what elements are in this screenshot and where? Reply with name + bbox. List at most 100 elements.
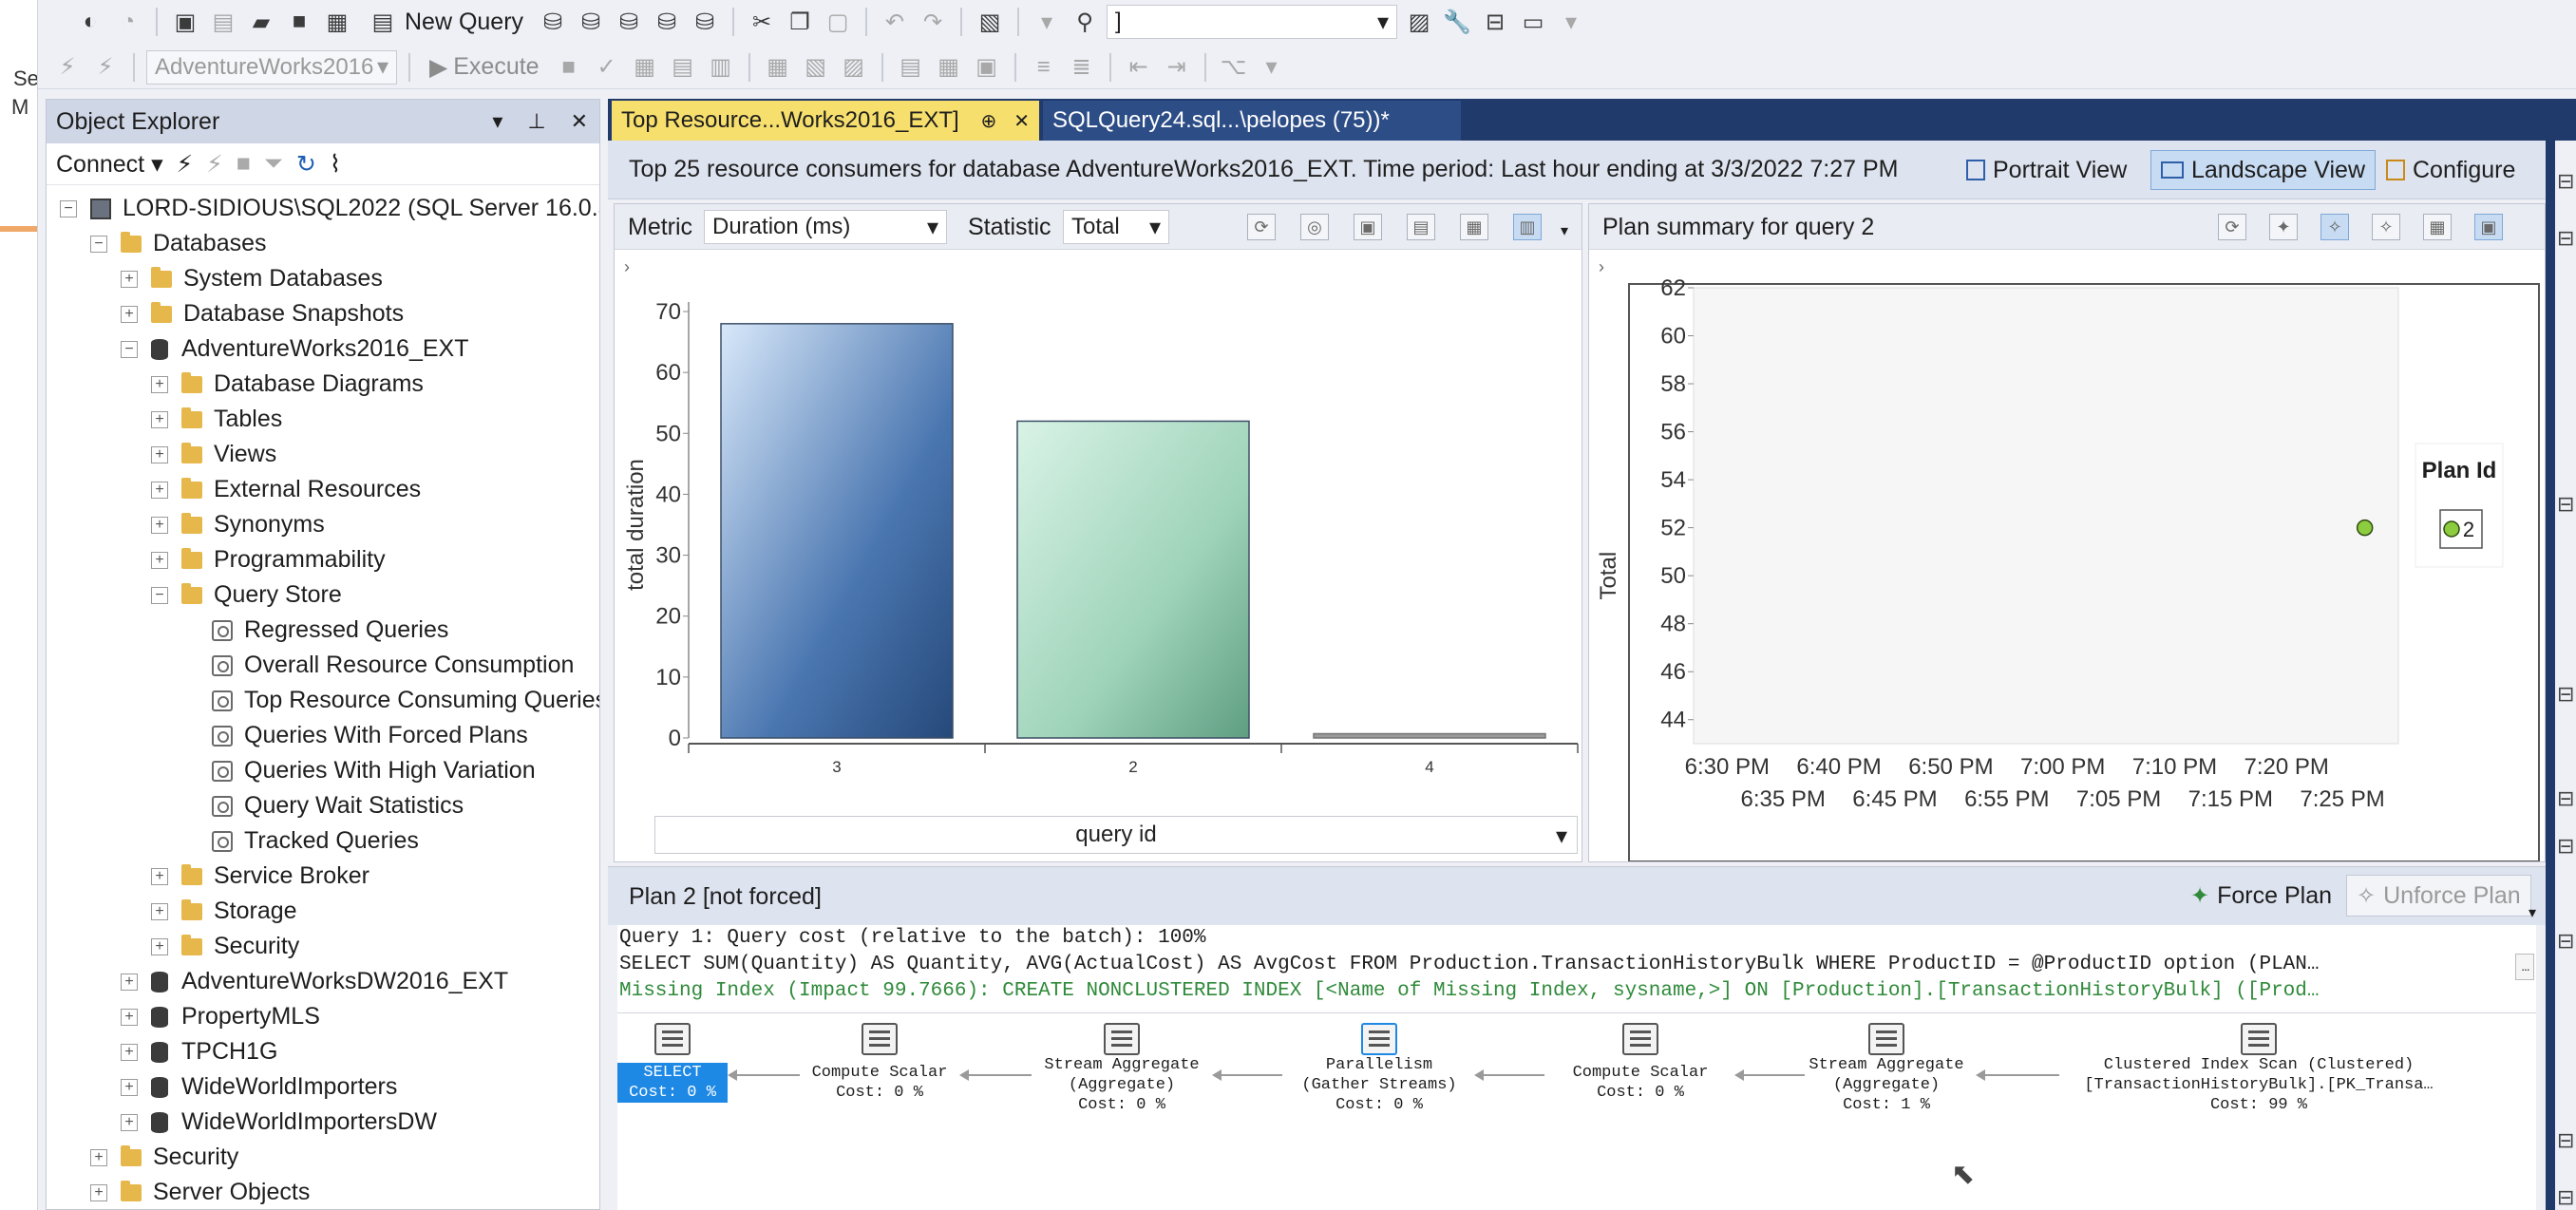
strip-collapse-icon[interactable]: ⊟ <box>2557 834 2574 859</box>
toolbar-options-icon[interactable]: ▾ <box>1555 6 1587 38</box>
tree-item-tables[interactable]: + Tables <box>151 402 282 437</box>
plan-operator-stream-aggregate-2[interactable]: Stream Aggregate (Aggregate) Cost: 1 % <box>1795 1023 1978 1115</box>
tree-item-overall-resource[interactable]: Overall Resource Consumption <box>212 648 574 683</box>
uncomment-icon[interactable]: ≣ <box>1066 51 1098 84</box>
paste-icon[interactable]: ▢ <box>822 6 854 38</box>
collapse-icon[interactable]: − <box>121 340 138 358</box>
tab-sqlquery24[interactable]: SQLQuery24.sql...\pelopes (75))* <box>1043 101 1461 141</box>
grid-view-icon[interactable]: ▦ <box>2423 214 2452 240</box>
find-icon[interactable]: ⚲ <box>1069 6 1101 38</box>
back-icon[interactable]: ◐ <box>74 6 106 38</box>
toolbar-overflow-icon[interactable]: ▾ <box>2529 903 2536 922</box>
tree-item-external-resources[interactable]: + External Resources <box>151 472 421 507</box>
metric-select[interactable]: Duration (ms) ▾ <box>704 210 947 244</box>
tree-item-system-databases[interactable]: + System Databases <box>121 261 383 296</box>
refresh-chart-icon[interactable]: ⟳ <box>1247 214 1276 240</box>
display-plan-icon[interactable]: ▦ <box>629 51 661 84</box>
include-plan-icon[interactable]: ▦ <box>762 51 794 84</box>
expand-icon[interactable]: + <box>121 1113 138 1131</box>
tree-item-wideworldimporters[interactable]: + WideWorldImporters <box>121 1069 397 1105</box>
undo-icon[interactable]: ↶ <box>879 6 911 38</box>
dmx-query-icon[interactable]: ⛁ <box>651 6 683 38</box>
missing-index-line[interactable]: Missing Index (Impact 99.7666): CREATE N… <box>617 978 2536 1005</box>
tree-item-wideworldimportersdw[interactable]: + WideWorldImportersDW <box>121 1105 437 1140</box>
redo-icon[interactable]: ↷ <box>917 6 949 38</box>
tree-item-service-broker[interactable]: + Service Broker <box>151 859 369 894</box>
tree-item-top-resource[interactable]: Top Resource Consuming Queries <box>212 683 599 718</box>
cut-icon[interactable]: ✂ <box>746 6 778 38</box>
intellisense-icon[interactable]: ▥ <box>705 51 737 84</box>
cancel-query-icon[interactable]: ■ <box>553 51 585 84</box>
live-stats-icon[interactable]: ▧ <box>800 51 832 84</box>
tab-pin-icon[interactable]: ⊕ <box>980 109 996 133</box>
expand-icon[interactable]: + <box>151 375 168 393</box>
grid-detail-icon[interactable]: ▦ <box>1460 214 1488 240</box>
save-all-icon[interactable]: ▦ <box>321 6 353 38</box>
strip-collapse-icon[interactable]: ⊟ <box>2557 929 2574 954</box>
expand-icon[interactable]: + <box>151 481 168 499</box>
toolbar-options-icon[interactable]: ▾ <box>1256 51 1288 84</box>
increase-indent-icon[interactable]: ⇥ <box>1161 51 1193 84</box>
configure-button[interactable]: Configure <box>2377 150 2525 190</box>
copy-icon[interactable]: ❐ <box>784 6 816 38</box>
strip-collapse-icon[interactable]: ⊟ <box>2557 169 2574 194</box>
strip-collapse-icon[interactable]: ⊟ <box>2557 226 2574 251</box>
collapse-icon[interactable]: − <box>151 586 168 604</box>
tree-item-regressed-queries[interactable]: Regressed Queries <box>212 613 448 648</box>
strip-collapse-icon[interactable]: ⊟ <box>2557 1185 2574 1210</box>
expand-icon[interactable]: + <box>151 410 168 428</box>
strip-collapse-icon[interactable]: ⊟ <box>2557 682 2574 707</box>
tree-item-adventureworksdw[interactable]: + AdventureWorksDW2016_EXT <box>121 964 508 999</box>
strip-collapse-icon[interactable]: ⊟ <box>2557 492 2574 517</box>
activity-monitor-icon[interactable]: ▧ <box>974 6 1006 38</box>
view-plan-icon[interactable]: ▣ <box>1354 214 1382 240</box>
refresh-icon[interactable]: ⟳ <box>2218 214 2246 240</box>
pin-icon[interactable]: ⊥ <box>527 109 545 134</box>
results-file-icon[interactable]: ▣ <box>971 51 1003 84</box>
expand-icon[interactable]: + <box>151 516 168 534</box>
tab-top-resource[interactable]: Top Resource...Works2016_EXT] ⊕ ✕ <box>612 101 1039 141</box>
expand-icon[interactable]: + <box>121 270 138 288</box>
plan-operator-compute-scalar-2[interactable]: Compute Scalar Cost: 0 % <box>1544 1023 1736 1103</box>
database-engine-query-icon[interactable]: ⛁ <box>537 6 569 38</box>
plan-operator-compute-scalar[interactable]: Compute Scalar Cost: 0 % <box>798 1023 961 1103</box>
tree-item-database-snapshots[interactable]: + Database Snapshots <box>121 296 404 331</box>
compare-plans-icon[interactable]: ✧ <box>2320 214 2349 240</box>
tree-item-tpch1g[interactable]: + TPCH1G <box>121 1034 277 1069</box>
specify-values-icon[interactable]: ⌥ <box>1218 51 1250 84</box>
open-file-icon[interactable]: ▰ <box>245 6 277 38</box>
refresh-icon[interactable]: ↻ <box>296 150 316 179</box>
tree-item-server[interactable]: − LORD-SIDIOUS\SQL2022 (SQL Server 16.0.3… <box>60 191 599 226</box>
more-text-button[interactable]: … <box>2515 954 2534 980</box>
tree-item-security[interactable]: + Security <box>90 1140 238 1175</box>
tree-item-high-variation[interactable]: Queries With High Variation <box>212 753 536 788</box>
expand-icon[interactable]: + <box>121 1078 138 1096</box>
expand-icon[interactable]: + <box>151 445 168 463</box>
expand-icon[interactable]: + <box>90 1148 107 1166</box>
statistic-select[interactable]: Total ▾ <box>1063 210 1169 244</box>
query-options-icon[interactable]: ▤ <box>667 51 699 84</box>
disconnect-icon[interactable]: ⚡ <box>206 150 223 179</box>
tree-item-databases[interactable]: − Databases <box>90 226 267 261</box>
new-query-button[interactable]: ▤ New Query <box>359 5 531 39</box>
tree-item-server-objects[interactable]: + Server Objects <box>90 1175 310 1209</box>
solution-explorer-icon[interactable]: ▨ <box>1403 6 1435 38</box>
stop-icon[interactable]: ■ <box>237 150 251 178</box>
mdx-query-icon[interactable]: ⛁ <box>613 6 645 38</box>
tree-item-storage[interactable]: + Storage <box>151 894 297 929</box>
track-query-icon[interactable]: ◎ <box>1300 214 1329 240</box>
expand-icon[interactable]: + <box>90 1183 107 1201</box>
window-position-icon[interactable]: ▾ <box>492 109 502 134</box>
unforce-plan-button[interactable]: ✧ Unforce Plan <box>2346 875 2531 917</box>
disconnect-icon[interactable]: ⚡ <box>89 51 122 84</box>
toolbox-icon[interactable]: ⊟ <box>1479 6 1511 38</box>
tree-item-tracked-queries[interactable]: Tracked Queries <box>212 823 419 859</box>
expand-icon[interactable]: + <box>121 1043 138 1061</box>
expand-icon[interactable]: + <box>121 1008 138 1026</box>
parse-icon[interactable]: ✓ <box>591 51 623 84</box>
plan-operator-parallelism[interactable]: Parallelism (Gather Streams) Cost: 0 % <box>1282 1023 1476 1115</box>
connect-icon[interactable]: ⚡ <box>51 51 84 84</box>
results-text-icon[interactable]: ▤ <box>895 51 927 84</box>
expand-icon[interactable]: + <box>151 867 168 885</box>
connect-dropdown[interactable]: Connect ▾ <box>56 150 163 179</box>
